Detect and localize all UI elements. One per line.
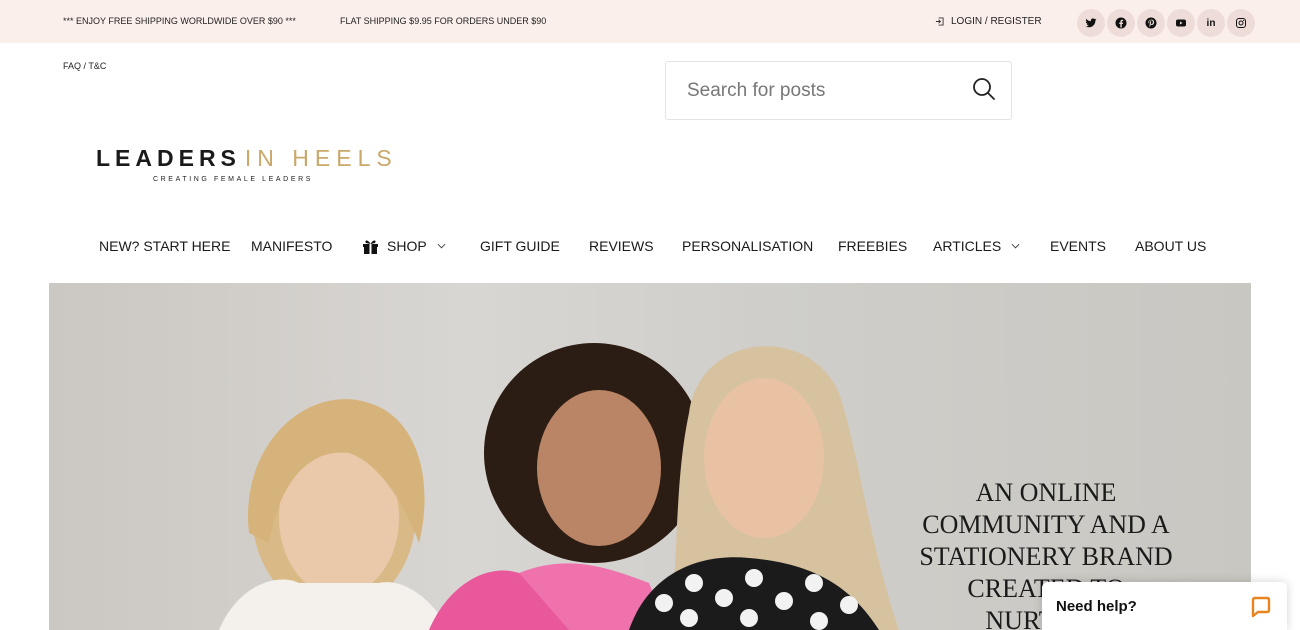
nav-label: GIFT GUIDE [480,238,560,254]
nav-item-reviews[interactable]: REVIEWS [589,238,654,254]
search-box [665,61,1012,120]
linkedin-glyph: in [1206,17,1216,29]
nav-item-manifesto[interactable]: MANIFESTO [251,238,332,254]
nav-label: MANIFESTO [251,238,333,254]
free-shipping-promo: *** ENJOY FREE SHIPPING WORLDWIDE OVER $… [63,16,296,26]
nav-label: NEW? START HERE [99,238,231,254]
nav-label: EVENTS [1050,238,1107,254]
nav-label: REVIEWS [589,238,654,254]
linkedin-icon[interactable]: in [1197,9,1225,37]
hero-banner: AN ONLINE COMMUNITY AND A STATIONERY BRA… [49,283,1251,630]
logo-wordmark: LEADERS IN HEELS [96,145,392,172]
nav-label: ABOUT US [1135,238,1207,254]
logo-word-in-heels: IN HEELS [244,145,398,171]
facebook-icon[interactable] [1107,9,1135,37]
top-announcement-bar: *** ENJOY FREE SHIPPING WORLDWIDE OVER $… [0,0,1300,43]
nav-label: FREEBIES [838,238,908,254]
logo-tagline: CREATING FEMALE LEADERS [153,176,314,183]
chevron-down-icon [437,243,446,249]
gift-icon [363,240,378,254]
pinterest-icon[interactable] [1137,9,1165,37]
nav-label: ARTICLES [933,238,1002,254]
chevron-down-icon [1011,243,1020,249]
nav-label: PERSONALISATION [682,238,814,254]
nav-item-shop[interactable]: SHOP [362,238,446,254]
nav-item-new-start-here[interactable]: NEW? START HERE [99,238,230,254]
nav-item-articles[interactable]: ARTICLES [933,238,1020,254]
login-icon [935,17,944,26]
nav-item-about-us[interactable]: ABOUT US [1135,238,1206,254]
instagram-icon[interactable] [1227,9,1255,37]
youtube-icon[interactable] [1167,9,1195,37]
search-input[interactable] [687,79,957,103]
site-logo[interactable]: LEADERS IN HEELS CREATING FEMALE LEADERS [96,145,392,183]
main-navigation: NEW? START HERE MANIFESTO SHOP GIFT GUID… [0,238,1300,258]
chat-label: Need help? [1056,598,1137,615]
twitter-icon[interactable] [1077,9,1105,37]
nav-item-freebies[interactable]: FREEBIES [838,238,907,254]
login-register-label: LOGIN / REGISTER [951,16,1042,27]
chat-widget[interactable]: Need help? [1042,582,1287,630]
nav-item-gift-guide[interactable]: GIFT GUIDE [480,238,560,254]
login-register-link[interactable]: LOGIN / REGISTER [935,16,1042,27]
social-links: in [1077,9,1255,37]
flat-shipping-promo: FLAT SHIPPING $9.95 FOR ORDERS UNDER $90 [340,16,547,26]
chat-bubble-icon [1251,596,1271,618]
search-icon[interactable] [971,76,997,102]
logo-word-leaders: LEADERS [96,145,241,171]
nav-label: SHOP [387,238,427,254]
nav-item-personalisation[interactable]: PERSONALISATION [682,238,813,254]
faq-tc-link[interactable]: FAQ / T&C [63,61,106,71]
nav-item-events[interactable]: EVENTS [1050,238,1106,254]
